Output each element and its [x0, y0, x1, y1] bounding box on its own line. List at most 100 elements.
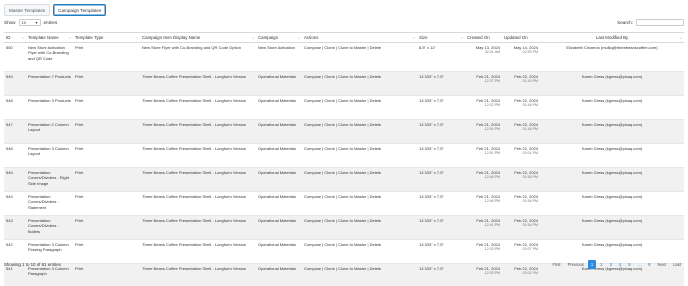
- cell-actions-text: Compose | Clone | Clone to Master | Dele…: [304, 194, 382, 199]
- cell-id-text: 545: [6, 170, 13, 175]
- previous-page-link[interactable]: Previous: [565, 260, 587, 269]
- column-header-template-name[interactable]: Template Name ↑↓: [26, 32, 73, 43]
- sort-icon: ↑↓: [679, 35, 682, 40]
- page-link-3[interactable]: 3: [607, 260, 615, 269]
- cell-template-type-text: Print: [75, 122, 84, 127]
- cell-size-text: 13.333" x 7.5": [419, 74, 444, 79]
- page-link-1[interactable]: 1: [587, 260, 597, 269]
- cell-created-on: Feb 21, 2024 12:48 PM: [465, 167, 502, 192]
- cell-id-text: 548: [6, 98, 13, 103]
- cell-campaign-text: Operational Materials: [258, 98, 297, 103]
- cell-actions[interactable]: Compose | Clone | Clone to Master | Dele…: [302, 71, 417, 96]
- cell-actions-text: Compose | Clone | Clone to Master | Dele…: [304, 74, 382, 79]
- cell-display-name-text: Three Beans Coffee Presentation Shell - …: [142, 170, 247, 175]
- cell-size: 13.333" x 7.5": [417, 215, 465, 240]
- cell-size-text: 13.333" x 7.5": [419, 194, 444, 199]
- cell-id: 546: [4, 143, 26, 168]
- cell-template-name-text: Presentation Covers/Dividers - Bullets: [28, 218, 59, 234]
- cell-template-name: Presentation Covers/Dividers - Right Sid…: [26, 167, 73, 192]
- page-link-9[interactable]: 9: [645, 260, 653, 269]
- cell-last-modified-by-text: Elizabeth Cisneros (mulliq@threebeanscof…: [566, 45, 658, 50]
- table-body: 550 New Store Activation Flyer with Co-Br…: [4, 42, 684, 286]
- cell-id-text: 547: [6, 122, 13, 127]
- cell-updated-on: Feb 22, 2024 01:48 PM: [502, 119, 540, 144]
- column-header-template-type[interactable]: Template Type ↑↓: [73, 32, 140, 43]
- cell-size: 13.333" x 7.5": [417, 191, 465, 216]
- page-link-2[interactable]: 2: [597, 260, 605, 269]
- column-header-created-on[interactable]: Created On: [465, 32, 502, 43]
- sort-icon: ↑↓: [135, 35, 138, 40]
- cell-campaign: Operational Materials: [256, 215, 302, 240]
- cell-actions[interactable]: Compose | Clone | Clone to Master | Dele…: [302, 191, 417, 216]
- cell-actions[interactable]: Compose | Clone | Clone to Master | Dele…: [302, 143, 417, 168]
- cell-id-text: 544: [6, 194, 13, 199]
- cell-campaign-text: Operational Materials: [258, 218, 297, 223]
- cell-created-on-time: 12:51 PM: [484, 151, 500, 156]
- column-header-last-modified-by[interactable]: Last Modified By ↑↓: [540, 32, 684, 43]
- cell-last-modified-by: Elizabeth Cisneros (mulliq@threebeanscof…: [540, 42, 684, 72]
- cell-updated-on: Feb 22, 2024 01:46 PM: [502, 95, 540, 120]
- cell-template-type-text: Print: [75, 74, 84, 79]
- cell-template-type: Print: [73, 119, 140, 144]
- sort-icon: ↑↓: [21, 35, 24, 40]
- cell-updated-on-time: 01:58 PM: [522, 175, 538, 180]
- cell-actions[interactable]: Compose | Clone | Clone to Master | Dele…: [302, 42, 417, 72]
- cell-template-name: New Store Activation Flyer with Co-Brand…: [26, 42, 73, 72]
- table-row: 548 Presentation 3 Products Print Three Bea…: [4, 95, 684, 120]
- cell-actions-text: Compose | Clone | Clone to Master | Dele…: [304, 170, 382, 175]
- cell-actions-text: Compose | Clone | Clone to Master | Dele…: [304, 122, 382, 127]
- cell-actions[interactable]: Compose | Clone | Clone to Master | Dele…: [302, 215, 417, 240]
- tab-campaign-templates[interactable]: Campaign Templates: [53, 4, 107, 16]
- cell-updated-on-time: 01:43 PM: [522, 79, 538, 84]
- table-row: 549 Presentation 7 Products Print Three Bea…: [4, 71, 684, 96]
- search-input[interactable]: [636, 18, 684, 26]
- cell-updated-on-time: 01:46 PM: [522, 103, 538, 108]
- cell-updated-on-time: 02:02 PM: [522, 271, 538, 276]
- cell-campaign-text: Operational Materials: [258, 194, 297, 199]
- page-link-4[interactable]: 4: [616, 260, 624, 269]
- table-controls: Show 10 ▾ entries Search:: [4, 18, 684, 26]
- cell-campaign-text: New Store Activation: [258, 45, 295, 50]
- column-header-display-name[interactable]: Campaign Item Display Name ↑↓: [140, 32, 256, 43]
- sort-icon: ↑↓: [297, 35, 300, 40]
- last-page-link[interactable]: Last: [670, 260, 684, 269]
- cell-template-type-text: Print: [75, 146, 84, 151]
- cell-actions[interactable]: Compose | Clone | Clone to Master | Dele…: [302, 95, 417, 120]
- cell-template-type: Print: [73, 71, 140, 96]
- cell-template-name: Presentation 7 Products: [26, 71, 73, 96]
- cell-actions[interactable]: Compose | Clone | Clone to Master | Dele…: [302, 119, 417, 144]
- cell-actions[interactable]: Compose | Clone | Clone to Master | Dele…: [302, 167, 417, 192]
- cell-display-name-text: Three Beans Coffee Presentation Shell - …: [142, 98, 247, 103]
- cell-actions-text: Compose | Clone | Clone to Master | Dele…: [304, 45, 382, 50]
- first-page-link[interactable]: First: [549, 260, 563, 269]
- next-page-link[interactable]: Next: [654, 260, 669, 269]
- cell-template-name-text: Presentation Covers/Dividers - Statement: [28, 194, 59, 210]
- tab-master-templates[interactable]: Master Templates: [4, 4, 51, 16]
- table-footer: Showing 1 to 10 of 81 entries First Prev…: [4, 260, 684, 269]
- cell-size-text: 8.5" x 11": [419, 45, 436, 50]
- column-header-id[interactable]: ID ↑↓: [4, 32, 26, 43]
- cell-campaign: Operational Materials: [256, 119, 302, 144]
- cell-size: 8.5" x 11": [417, 42, 465, 72]
- cell-template-name: Presentation 3 Products: [26, 95, 73, 120]
- cell-template-type-text: Print: [75, 242, 84, 247]
- column-header-size[interactable]: Size ↑↓: [417, 32, 465, 43]
- cell-display-name: Three Beans Coffee Presentation Shell - …: [140, 95, 256, 120]
- cell-id-text: 546: [6, 146, 13, 151]
- column-header-campaign[interactable]: Campaign ↑↓: [256, 32, 302, 43]
- page-link-5[interactable]: 5: [625, 260, 633, 269]
- column-header-actions[interactable]: Actions ↑↓: [302, 32, 417, 43]
- entries-select-value: 10: [21, 19, 26, 25]
- column-header-updated-on[interactable]: Updated On: [502, 32, 540, 43]
- cell-size-text: 13.333" x 7.5": [419, 170, 444, 175]
- entries-select[interactable]: 10 ▾: [18, 18, 41, 26]
- cell-size: 13.333" x 7.5": [417, 95, 465, 120]
- cell-last-modified-by: Karen Gress (kgress@picaq.com): [540, 215, 684, 240]
- cell-updated-on-time: 02:07 PM: [522, 247, 538, 252]
- cell-id: 549: [4, 71, 26, 96]
- cell-display-name-text: Three Beans Coffee Presentation Shell - …: [142, 242, 247, 247]
- sort-icon: ↑↓: [68, 35, 71, 40]
- cell-last-modified-by: Karen Gress (kgress@picaq.com): [540, 191, 684, 216]
- cell-template-name-text: Presentation 7 Products: [28, 74, 71, 79]
- cell-size: 13.333" x 7.5": [417, 71, 465, 96]
